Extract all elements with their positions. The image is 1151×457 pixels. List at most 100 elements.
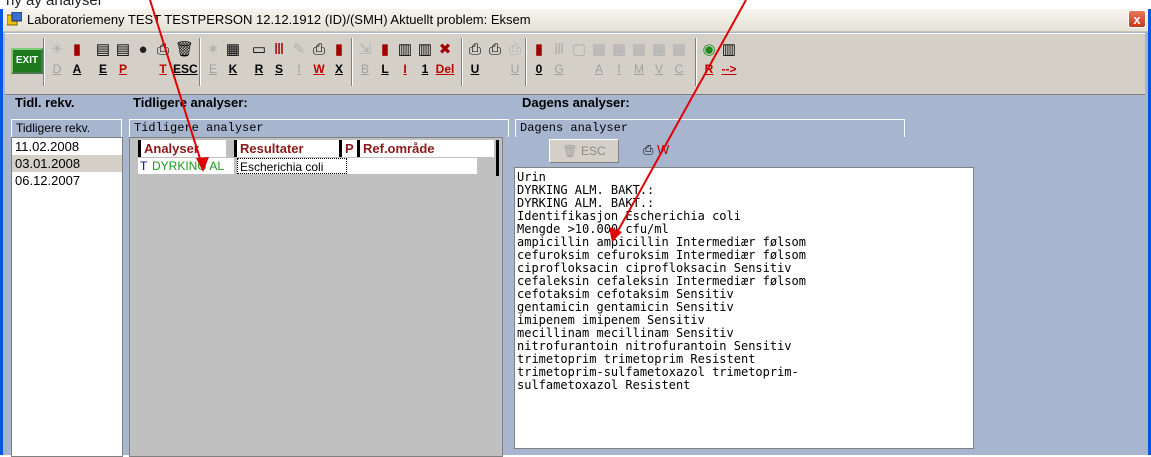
col-header-analyser[interactable]: Analyser [138, 140, 226, 157]
frame-icon: ▢ [571, 41, 587, 58]
toolbar-button-label: I [297, 62, 301, 76]
toolbar-button-b[interactable]: ⇲ B [355, 40, 375, 80]
grid-m-icon: ▦ [631, 41, 647, 58]
toolbar-button-del[interactable]: ✖ Del [435, 40, 455, 80]
toolbar-button-label: B [360, 62, 369, 76]
book-one-icon: ▥ [417, 41, 433, 58]
tab-tidligere-rekv[interactable]: Tidligere rekv. [11, 119, 122, 137]
grid-v-icon: ▦ [651, 41, 667, 58]
toolbar-button-i[interactable]: ▥ I [395, 40, 415, 80]
toolbar-button-icon4[interactable]: ● [133, 40, 153, 80]
print-redo-icon: ⎙ [156, 41, 169, 58]
esc-label: ESC [580, 144, 606, 158]
date-item-selected[interactable]: 03.01.2008 [12, 155, 122, 172]
dagens-results-text[interactable]: Urin DYRKING ALM. BAKT.: DYRKING ALM. BA… [514, 167, 974, 449]
toolbar-button-v[interactable]: ▦ V [649, 40, 669, 80]
toolbar-button-r[interactable]: ◉ R [699, 40, 719, 80]
trash-icon: 🗑 [175, 41, 195, 58]
toolbar-button-u[interactable]: ⎙ U [465, 40, 485, 80]
row-resultat[interactable]: Escherichia coli [237, 158, 347, 174]
book-icon: ▥ [397, 41, 413, 58]
toolbar-separator [351, 38, 353, 86]
trash-icon: 🗑 [562, 144, 578, 158]
toolbar-button-d[interactable]: ☀ D [47, 40, 67, 80]
toolbar-button-a[interactable]: ▮ A [67, 40, 87, 80]
toolbar-button-g[interactable]: ⅢG [549, 40, 569, 80]
sun-icon: ☀ [50, 41, 64, 58]
exit-label: EXIT [15, 55, 39, 66]
toolbar-button-u[interactable]: ⎙ U [505, 40, 525, 80]
print-w-button[interactable]: ⎙ W [643, 139, 669, 161]
title-bar: Laboratoriemeny TEST TESTPERSON 12.12.19… [3, 9, 1148, 32]
toolbar-button-w[interactable]: ⎙ W [309, 40, 329, 80]
toolbar-button-label: D [52, 62, 62, 76]
toolbar-separator [695, 38, 697, 86]
toolbar-button-label: G [554, 62, 564, 76]
caption-text: ny ay analyser [6, 0, 103, 9]
radio-r-icon: ◉ [702, 41, 716, 58]
toolbar-button-s[interactable]: ⅢS [269, 40, 289, 80]
tidligere-analyser-heading: Tidligere analyser: [133, 95, 248, 110]
grid-splitter[interactable] [496, 140, 499, 176]
toolbar-button-label: U [510, 62, 520, 76]
date-list: 11.02.2008 03.01.2008 06.12.2007 [11, 137, 123, 457]
toolbar-button-e[interactable]: ✶ E [203, 40, 223, 80]
exit-button[interactable]: EXIT [11, 48, 43, 74]
clipboard-red-icon: ▤ [115, 41, 131, 58]
date-item[interactable]: 11.02.2008 [12, 138, 122, 155]
row-analyse[interactable]: DYRKING AL [150, 158, 234, 174]
tab-dagens-analyser[interactable]: Dagens analyser [515, 119, 905, 137]
dagens-analyser-heading: Dagens analyser: [522, 95, 630, 110]
toolbar-separator [199, 38, 201, 86]
tube-icon: ▮ [72, 41, 82, 58]
print-copy-icon: ⎙ [312, 41, 325, 58]
toolbar-button-i[interactable]: ✎ I [289, 40, 309, 80]
print-copy-icon: ⎙ [643, 142, 654, 157]
toolbar-button-label: M [634, 62, 644, 76]
grid-c-icon: ▦ [671, 41, 687, 58]
col-header-p[interactable]: P [339, 140, 357, 157]
toolbar-button-l[interactable]: ▮ L [375, 40, 395, 80]
note-icon: ▭ [251, 41, 267, 58]
toolbar-button-x[interactable]: ▮ X [329, 40, 349, 80]
toolbar-button-t[interactable]: ⎙ T [153, 40, 173, 80]
toolbar-button-icon20[interactable]: ⎙ [485, 40, 505, 80]
tube-l-icon: ▮ [380, 41, 390, 58]
cropped-caption: ny ay analyser [0, 0, 1151, 9]
toolbar-button-0[interactable]: ▮ 0 [529, 40, 549, 80]
toolbar: EXIT ☀ D ▮ A ▤ E ▤ P ● ⎙ T 🗑 ESC ✶ E ▦ K ▭ R Ⅲ S ✎ I ⎙ W ▮ X ⇲ B ▮ L ▥ I… [5, 33, 1145, 95]
tab-tidligere-analyser[interactable]: Tidligere analyser [129, 119, 509, 137]
esc-button[interactable]: 🗑 ESC [549, 139, 619, 163]
app-icon [7, 12, 22, 26]
toolbar-button-r[interactable]: ▭ R [249, 40, 269, 80]
toolbar-button-a[interactable]: ▦ A [589, 40, 609, 80]
close-button[interactable]: x [1128, 10, 1146, 28]
tidl-rekv-heading: Tidl. rekv. [15, 95, 75, 110]
toolbar-button-i[interactable]: ▦ I [609, 40, 629, 80]
toolbar-button-label: V [654, 62, 663, 76]
toolbar-button-label: E [98, 62, 107, 76]
grid-a-icon: ▦ [591, 41, 607, 58]
toolbar-button-icon24[interactable]: ▢ [569, 40, 589, 80]
col-header-ref-omrade[interactable]: Ref.område [357, 140, 494, 157]
toolbar-button-e[interactable]: ▤ E [93, 40, 113, 80]
col-header-resultater[interactable]: Resultater [234, 140, 339, 157]
toolbar-button-label: Del [435, 62, 455, 76]
toolbar-button-label: 1 [421, 62, 429, 76]
toolbar-button-x[interactable]: ▥ --> [719, 40, 739, 80]
arrow-icon: ▥ [721, 41, 737, 58]
row-ref[interactable] [347, 158, 477, 174]
tube-x-icon: ▮ [334, 41, 344, 58]
printer-u-icon: ⎙ [468, 41, 481, 58]
toolbar-button-esc[interactable]: 🗑 ESC [173, 40, 198, 80]
grid-i-icon: ▦ [611, 41, 627, 58]
toolbar-button-c[interactable]: ▦ C [669, 40, 689, 80]
toolbar-button-k[interactable]: ▦ K [223, 40, 243, 80]
w-label: W [657, 142, 670, 157]
toolbar-button-label: T [159, 62, 167, 76]
toolbar-button-1[interactable]: ▥ 1 [415, 40, 435, 80]
toolbar-button-m[interactable]: ▦ M [629, 40, 649, 80]
date-item[interactable]: 06.12.2007 [12, 172, 122, 189]
toolbar-button-p[interactable]: ▤ P [113, 40, 133, 80]
toolbar-button-label: X [334, 62, 343, 76]
